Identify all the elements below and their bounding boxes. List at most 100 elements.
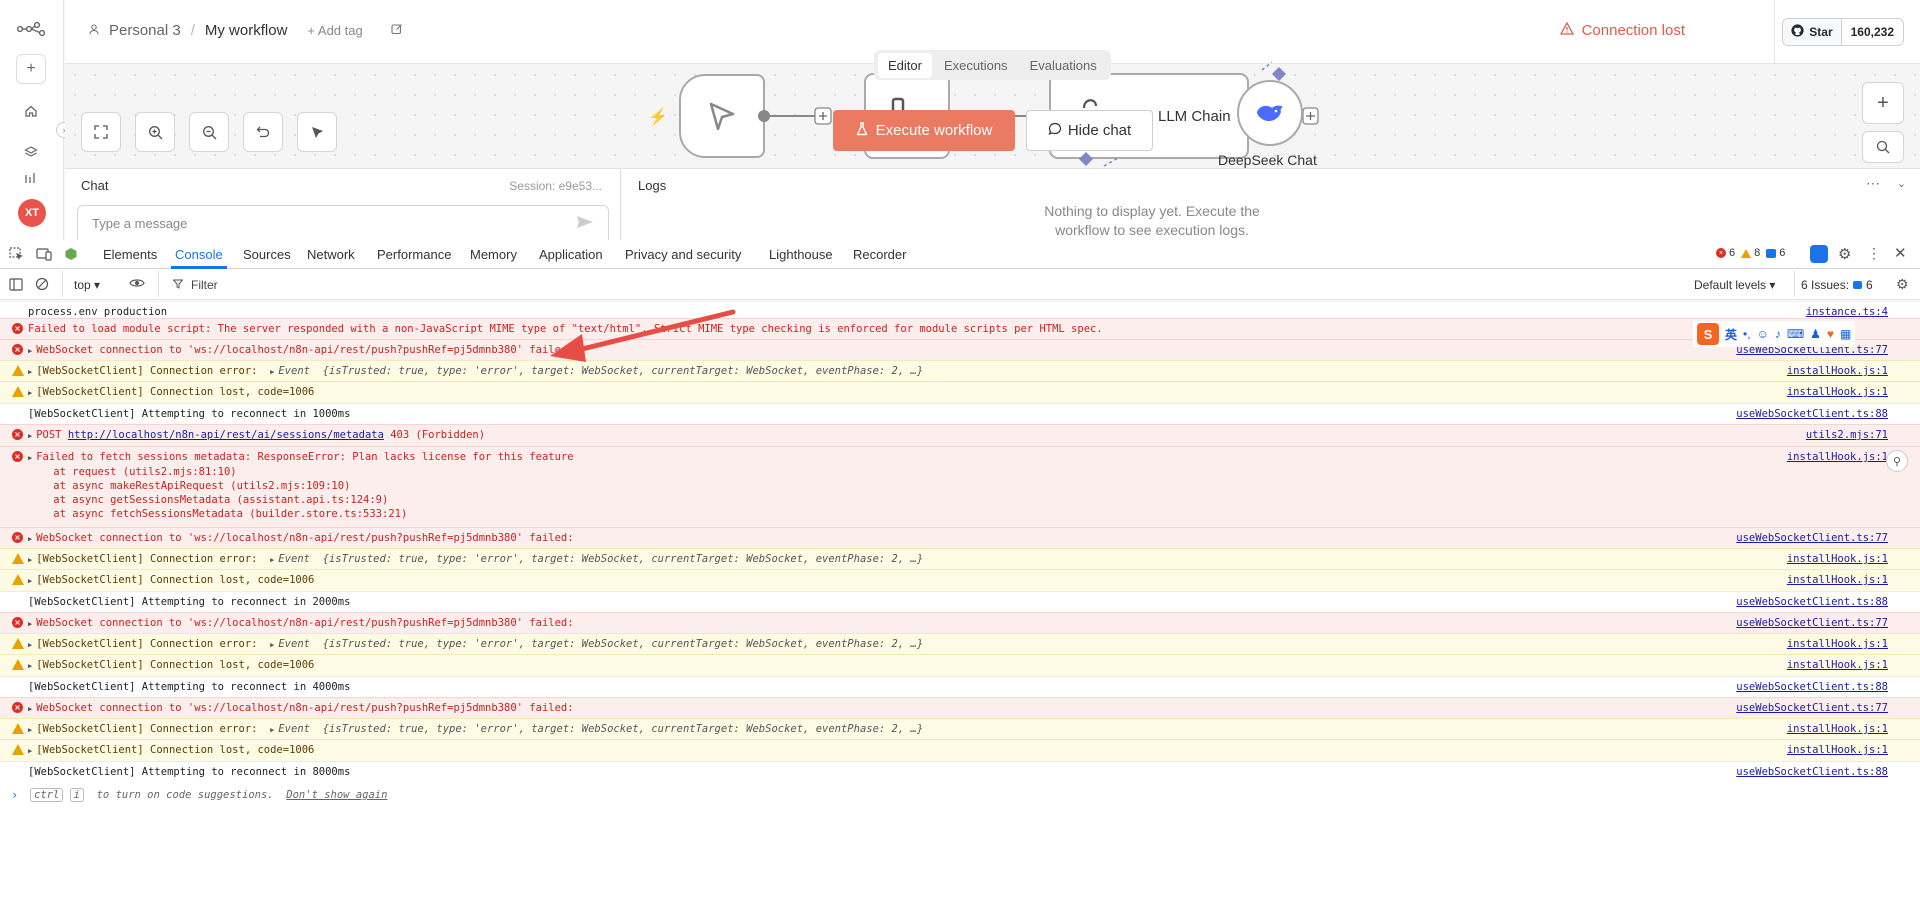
source-link[interactable]: installHook.js:1 xyxy=(1787,637,1888,651)
source-link[interactable]: utils2.mjs:71 xyxy=(1806,428,1888,442)
console-row-warn[interactable]: ▶ [WebSocketClient] Connection error: ▶ Ev… xyxy=(0,548,1920,569)
expand-triangle-icon[interactable]: ▶ xyxy=(28,454,32,462)
expand-triangle-icon[interactable]: ▶ xyxy=(28,726,32,734)
console-row-info[interactable]: [WebSocketClient] Attempting to reconnec… xyxy=(0,676,1920,697)
ime-floating-settings-icon[interactable]: ⚲ xyxy=(1886,450,1908,472)
console-row-err[interactable]: × ▶ WebSocket connection to 'ws://localhos… xyxy=(0,339,1920,360)
issues-button[interactable]: 6 Issues: 6 xyxy=(1801,278,1873,292)
source-link[interactable]: useWebSocketClient.ts:88 xyxy=(1736,407,1888,421)
source-link[interactable]: installHook.js:1 xyxy=(1787,364,1888,378)
console-row-info[interactable]: [WebSocketClient] Attempting to reconnec… xyxy=(0,403,1920,424)
console-row-warn[interactable]: ▶ [WebSocketClient] Connection lost, code… xyxy=(0,654,1920,676)
log-levels-dropdown[interactable]: Default levels ▾ xyxy=(1694,278,1775,292)
console-row-warn[interactable]: ▶ [WebSocketClient] Connection lost, code… xyxy=(0,381,1920,403)
stack-frame[interactable]: at async getSessionsMetadata (assistant.… xyxy=(28,493,388,507)
deepseek-chat-node[interactable] xyxy=(1237,80,1303,146)
event-object-preview[interactable]: Event {isTrusted: true, type: 'error', t… xyxy=(278,638,923,650)
source-link[interactable]: installHook.js:1 xyxy=(1787,658,1888,672)
source-link[interactable]: useWebSocketClient.ts:77 xyxy=(1736,701,1888,715)
request-url-link[interactable]: http://localhost/n8n-api/rest/ai/session… xyxy=(68,429,384,441)
user-icon[interactable]: ♟ xyxy=(1810,327,1821,341)
ime-toolbar[interactable]: S 英 •, ☺ ♪ ⌨ ♟ ♥ ▦ xyxy=(1693,321,1856,347)
console-row-err[interactable]: × ▶ WebSocket connection to 'ws://localhos… xyxy=(0,612,1920,633)
tab-network[interactable]: Network xyxy=(307,247,355,262)
console-row-err[interactable]: × ▶ WebSocket connection to 'ws://localhos… xyxy=(0,527,1920,548)
console-row-err[interactable]: × Failed to load module script: The serve… xyxy=(0,318,1920,339)
tab-privacy-and-security[interactable]: Privacy and security xyxy=(625,247,741,262)
clear-console-icon[interactable] xyxy=(35,277,49,294)
source-link[interactable]: installHook.js:1 xyxy=(1787,450,1888,464)
source-link[interactable]: useWebSocketClient.ts:88 xyxy=(1736,680,1888,694)
tab-sources[interactable]: Sources xyxy=(243,247,291,262)
source-link[interactable]: installHook.js:1 xyxy=(1787,722,1888,736)
tab-lighthouse[interactable]: Lighthouse xyxy=(769,247,833,262)
tab-evaluations[interactable]: Evaluations xyxy=(1020,53,1107,78)
expand-triangle-icon[interactable]: ▶ xyxy=(28,747,32,755)
stack-frame[interactable]: at async fetchSessionsMetadata (builder.… xyxy=(28,507,407,521)
console-row-info[interactable]: [WebSocketClient] Attempting to reconnec… xyxy=(0,761,1920,782)
source-link[interactable]: useWebSocketClient.ts:88 xyxy=(1736,765,1888,779)
console-row-warn[interactable]: ▶ [WebSocketClient] Connection error: ▶ Ev… xyxy=(0,633,1920,654)
tab-editor[interactable]: Editor xyxy=(878,52,932,78)
tab-application[interactable]: Application xyxy=(539,247,603,262)
tab-elements[interactable]: Elements xyxy=(103,247,157,262)
stack-frame[interactable]: at async makeRestApiRequest (utils2.mjs:… xyxy=(28,479,350,493)
console-row-warn[interactable]: ▶ [WebSocketClient] Connection error: ▶ Ev… xyxy=(0,718,1920,739)
console-row-info[interactable]: process.env production instance.ts:4 xyxy=(0,301,1920,318)
console-row-info[interactable]: [WebSocketClient] Attempting to reconnec… xyxy=(0,591,1920,612)
source-link[interactable]: useWebSocketClient.ts:77 xyxy=(1736,616,1888,630)
toolbox-grid-icon[interactable]: ▦ xyxy=(1840,327,1851,341)
event-object-preview[interactable]: Event {isTrusted: true, type: 'error', t… xyxy=(278,723,923,735)
kebab-menu-icon[interactable]: ⋮ xyxy=(1867,245,1881,262)
expand-triangle-icon[interactable]: ▶ xyxy=(28,556,32,564)
keyboard-icon[interactable]: ⌨ xyxy=(1787,327,1804,341)
device-toolbar-icon[interactable] xyxy=(36,247,52,264)
expand-triangle-icon[interactable]: ▶ xyxy=(28,641,32,649)
ime-language-label[interactable]: 英 xyxy=(1725,326,1737,343)
emoji-icon[interactable]: ☺ xyxy=(1757,327,1769,341)
execute-workflow-button[interactable]: Execute workflow xyxy=(833,110,1015,151)
punctuation-icon[interactable]: •, xyxy=(1743,327,1751,341)
expand-triangle-icon[interactable]: ▶ xyxy=(28,577,32,585)
source-link[interactable]: installHook.js:1 xyxy=(1787,552,1888,566)
expand-triangle-icon[interactable]: ▶ xyxy=(28,662,32,670)
expand-triangle-icon[interactable]: ▶ xyxy=(270,368,274,376)
console-row-warn[interactable]: ▶ [WebSocketClient] Connection lost, code… xyxy=(0,569,1920,591)
console-prompt[interactable]: › ctrl i to turn on code suggestions. Don… xyxy=(0,786,1920,806)
tab-console[interactable]: Console xyxy=(175,247,223,262)
settings-gear-icon[interactable]: ⚙ xyxy=(1838,245,1851,263)
filter-input[interactable]: Filter xyxy=(191,278,218,292)
extension-hexagon-icon[interactable] xyxy=(64,247,78,264)
expand-triangle-icon[interactable]: ▶ xyxy=(28,705,32,713)
source-link[interactable]: useWebSocketClient.ts:77 xyxy=(1736,531,1888,545)
tab-memory[interactable]: Memory xyxy=(470,247,517,262)
llm-chain-node-label[interactable]: LLM Chain xyxy=(1158,108,1231,125)
source-link[interactable]: useWebSocketClient.ts:88 xyxy=(1736,595,1888,609)
source-link[interactable]: installHook.js:1 xyxy=(1787,385,1888,399)
expand-triangle-icon[interactable]: ▶ xyxy=(28,347,32,355)
context-selector[interactable]: top ▾ xyxy=(74,278,100,292)
tab-executions[interactable]: Executions xyxy=(934,53,1018,78)
skin-icon[interactable]: ♥ xyxy=(1827,327,1834,341)
expand-triangle-icon[interactable]: ▶ xyxy=(270,726,274,734)
console-row-warn[interactable]: ▶ [WebSocketClient] Connection lost, code… xyxy=(0,739,1920,761)
expand-triangle-icon[interactable]: ▶ xyxy=(270,556,274,564)
console-row-err[interactable]: × ▶ POST http://localhost/n8n-api/rest/ai/… xyxy=(0,424,1920,446)
source-link[interactable]: instance.ts:4 xyxy=(1806,305,1888,319)
console-settings-gear-icon[interactable]: ⚙ xyxy=(1896,276,1909,293)
expand-triangle-icon[interactable]: ▶ xyxy=(28,432,32,440)
close-devtools-icon[interactable]: ✕ xyxy=(1894,244,1907,262)
expand-triangle-icon[interactable]: ▶ xyxy=(270,641,274,649)
event-object-preview[interactable]: Event {isTrusted: true, type: 'error', t… xyxy=(278,365,923,377)
expand-triangle-icon[interactable]: ▶ xyxy=(28,535,32,543)
expand-triangle-icon[interactable]: ▶ xyxy=(28,620,32,628)
source-link[interactable]: installHook.js:1 xyxy=(1787,743,1888,757)
console-row-err[interactable]: × ▶ WebSocket connection to 'ws://localhos… xyxy=(0,697,1920,718)
inspect-element-icon[interactable] xyxy=(9,247,24,264)
hide-chat-button[interactable]: Hide chat xyxy=(1026,110,1153,151)
dont-show-again-link[interactable]: Don't show again xyxy=(286,789,387,801)
live-expression-eye-icon[interactable] xyxy=(129,277,145,292)
expand-triangle-icon[interactable]: ▶ xyxy=(28,368,32,376)
tab-recorder[interactable]: Recorder xyxy=(853,247,906,262)
source-link[interactable]: installHook.js:1 xyxy=(1787,573,1888,587)
